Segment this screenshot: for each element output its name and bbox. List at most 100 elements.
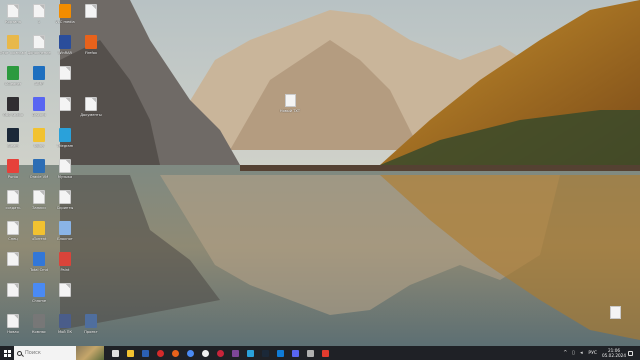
desktop-icon[interactable]: Steam bbox=[0, 126, 26, 157]
desktop-icon[interactable]: Компас bbox=[26, 312, 52, 343]
desktop-icon[interactable]: Paint bbox=[52, 250, 78, 281]
desktop-icon[interactable]: Проект bbox=[78, 312, 104, 343]
desktop-icon-label: Дополнение bbox=[27, 51, 51, 55]
taskbar-yandex-button[interactable] bbox=[198, 346, 213, 360]
taskbar-edge-button[interactable] bbox=[273, 346, 288, 360]
desktop-icon[interactable]: Discord bbox=[26, 95, 52, 126]
clock[interactable]: 21:06 05.02.2024 bbox=[602, 348, 626, 358]
desktop-icon[interactable]: Записи bbox=[26, 188, 52, 219]
firefox-icon bbox=[172, 349, 179, 357]
taskbar-word-button[interactable] bbox=[138, 346, 153, 360]
taskbar-tor-button[interactable] bbox=[228, 346, 243, 360]
desktop-icon[interactable]: Мой ПК bbox=[52, 312, 78, 343]
document-icon bbox=[7, 4, 19, 18]
desktop-icon-label: Uplay bbox=[33, 144, 45, 148]
app-icon bbox=[33, 128, 45, 142]
desktop-icon[interactable] bbox=[78, 2, 104, 33]
windows-logo-icon bbox=[3, 349, 11, 357]
desktop-icon[interactable]: Punto bbox=[0, 157, 26, 188]
steam-icon bbox=[262, 349, 269, 357]
desktop-icon[interactable]: Chrome bbox=[26, 281, 52, 312]
desktop-file-label: Новый ТХТ bbox=[279, 109, 301, 113]
desktop-icon-label: Discord bbox=[32, 113, 46, 117]
desktop-icon[interactable]: 1 bbox=[26, 2, 52, 33]
desktop-icon-label: Chrome bbox=[31, 299, 47, 303]
desktop-icon-label: CCleaner bbox=[4, 82, 22, 86]
desktop-icon[interactable]: Спец bbox=[0, 219, 26, 250]
system-tray: ^ ▯ ◂ РУС 21:06 05.02.2024 bbox=[561, 346, 640, 360]
desktop-icon-label: создать bbox=[5, 206, 21, 210]
desktop-icon-label: Telegram bbox=[56, 144, 74, 148]
desktop-icon[interactable] bbox=[52, 95, 78, 126]
yandex-icon bbox=[202, 349, 209, 357]
desktop-icon-label: Total Cmd bbox=[30, 268, 48, 272]
desktop-icon[interactable]: Telegram bbox=[52, 126, 78, 157]
taskbar-pdf-button[interactable] bbox=[318, 346, 333, 360]
desktop-icon[interactable]: Oracle VM bbox=[26, 157, 52, 188]
start-button[interactable] bbox=[0, 346, 14, 360]
desktop-icon[interactable]: Этот компьютер bbox=[0, 33, 26, 64]
search-input[interactable] bbox=[25, 350, 80, 356]
desktop-icon[interactable]: AIMP bbox=[26, 64, 52, 95]
desktop-icon-label: 1 bbox=[37, 20, 41, 24]
language-indicator[interactable]: РУС bbox=[588, 351, 597, 356]
taskbar-task-view-button[interactable] bbox=[108, 346, 123, 360]
desktop-icon-label: Спец bbox=[8, 237, 18, 241]
desktop-icon-label: Steam bbox=[7, 144, 19, 148]
desktop-icon[interactable]: Firefox bbox=[78, 33, 104, 64]
desktop-file-bottom-right[interactable] bbox=[602, 306, 628, 321]
desktop-icon-label: Paint bbox=[60, 268, 70, 272]
taskbar-firefox-button[interactable] bbox=[168, 346, 183, 360]
desktop-icon[interactable]: Блокнот bbox=[52, 219, 78, 250]
desktop-icon-label: Скрипты bbox=[56, 206, 74, 210]
desktop-icon[interactable] bbox=[0, 250, 26, 281]
app-icon bbox=[7, 97, 19, 111]
volume-icon[interactable]: ◂ bbox=[577, 346, 585, 360]
notifications-button[interactable] bbox=[626, 346, 634, 360]
app-icon bbox=[7, 66, 19, 80]
taskbar-explorer-button[interactable] bbox=[123, 346, 138, 360]
taskbar-search[interactable] bbox=[14, 346, 104, 360]
desktop-icon[interactable]: Музыка bbox=[52, 157, 78, 188]
taskbar-opera-button[interactable] bbox=[153, 346, 168, 360]
desktop-icon-label: Музыка bbox=[57, 175, 73, 179]
taskbar-opera-gx-button[interactable] bbox=[213, 346, 228, 360]
desktop-empty-slot bbox=[78, 188, 104, 219]
desktop-icon[interactable]: uTorrent bbox=[26, 219, 52, 250]
document-icon bbox=[59, 190, 71, 204]
desktop-icon[interactable]: Новая bbox=[0, 312, 26, 343]
app-icon bbox=[33, 252, 45, 266]
desktop-file-center[interactable]: Новый ТХТ bbox=[277, 94, 303, 113]
desktop-icon[interactable]: Uplay bbox=[26, 126, 52, 157]
desktop-icon[interactable]: Total Cmd bbox=[26, 250, 52, 281]
desktop-icon-label: Этот компьютер bbox=[0, 51, 26, 55]
desktop-icon[interactable]: VLC media bbox=[52, 2, 78, 33]
desktop-icon[interactable]: создать bbox=[0, 188, 26, 219]
desktop-icon[interactable]: OBS Studio bbox=[0, 95, 26, 126]
desktop-icon[interactable]: CCleaner bbox=[0, 64, 26, 95]
desktop-icon[interactable]: WinRAR bbox=[52, 33, 78, 64]
desktop-icon-label: uTorrent bbox=[31, 237, 47, 241]
taskbar-steam-button[interactable] bbox=[258, 346, 273, 360]
taskbar-settings-button[interactable] bbox=[303, 346, 318, 360]
chevron-up-icon[interactable]: ^ bbox=[561, 346, 569, 360]
document-icon bbox=[59, 66, 71, 80]
taskbar-pinned-apps bbox=[108, 346, 333, 360]
network-icon[interactable]: ▯ bbox=[569, 346, 577, 360]
desktop-icon[interactable] bbox=[52, 64, 78, 95]
desktop-icon[interactable]: Скрипты bbox=[52, 188, 78, 219]
desktop-icon[interactable]: Корзина bbox=[0, 2, 26, 33]
taskbar-chrome-button[interactable] bbox=[183, 346, 198, 360]
taskbar-discord-button[interactable] bbox=[288, 346, 303, 360]
tor-icon bbox=[232, 349, 239, 357]
app-icon bbox=[85, 35, 97, 49]
desktop-icon[interactable]: Документы bbox=[78, 95, 104, 126]
desktop-icon[interactable]: Дополнение bbox=[26, 33, 52, 64]
desktop-icon[interactable] bbox=[52, 281, 78, 312]
app-icon bbox=[85, 314, 97, 328]
desktop-icon[interactable] bbox=[0, 281, 26, 312]
word-icon bbox=[142, 349, 149, 357]
text-file-icon bbox=[609, 306, 621, 319]
document-icon bbox=[85, 4, 97, 18]
taskbar-telegram-button[interactable] bbox=[243, 346, 258, 360]
